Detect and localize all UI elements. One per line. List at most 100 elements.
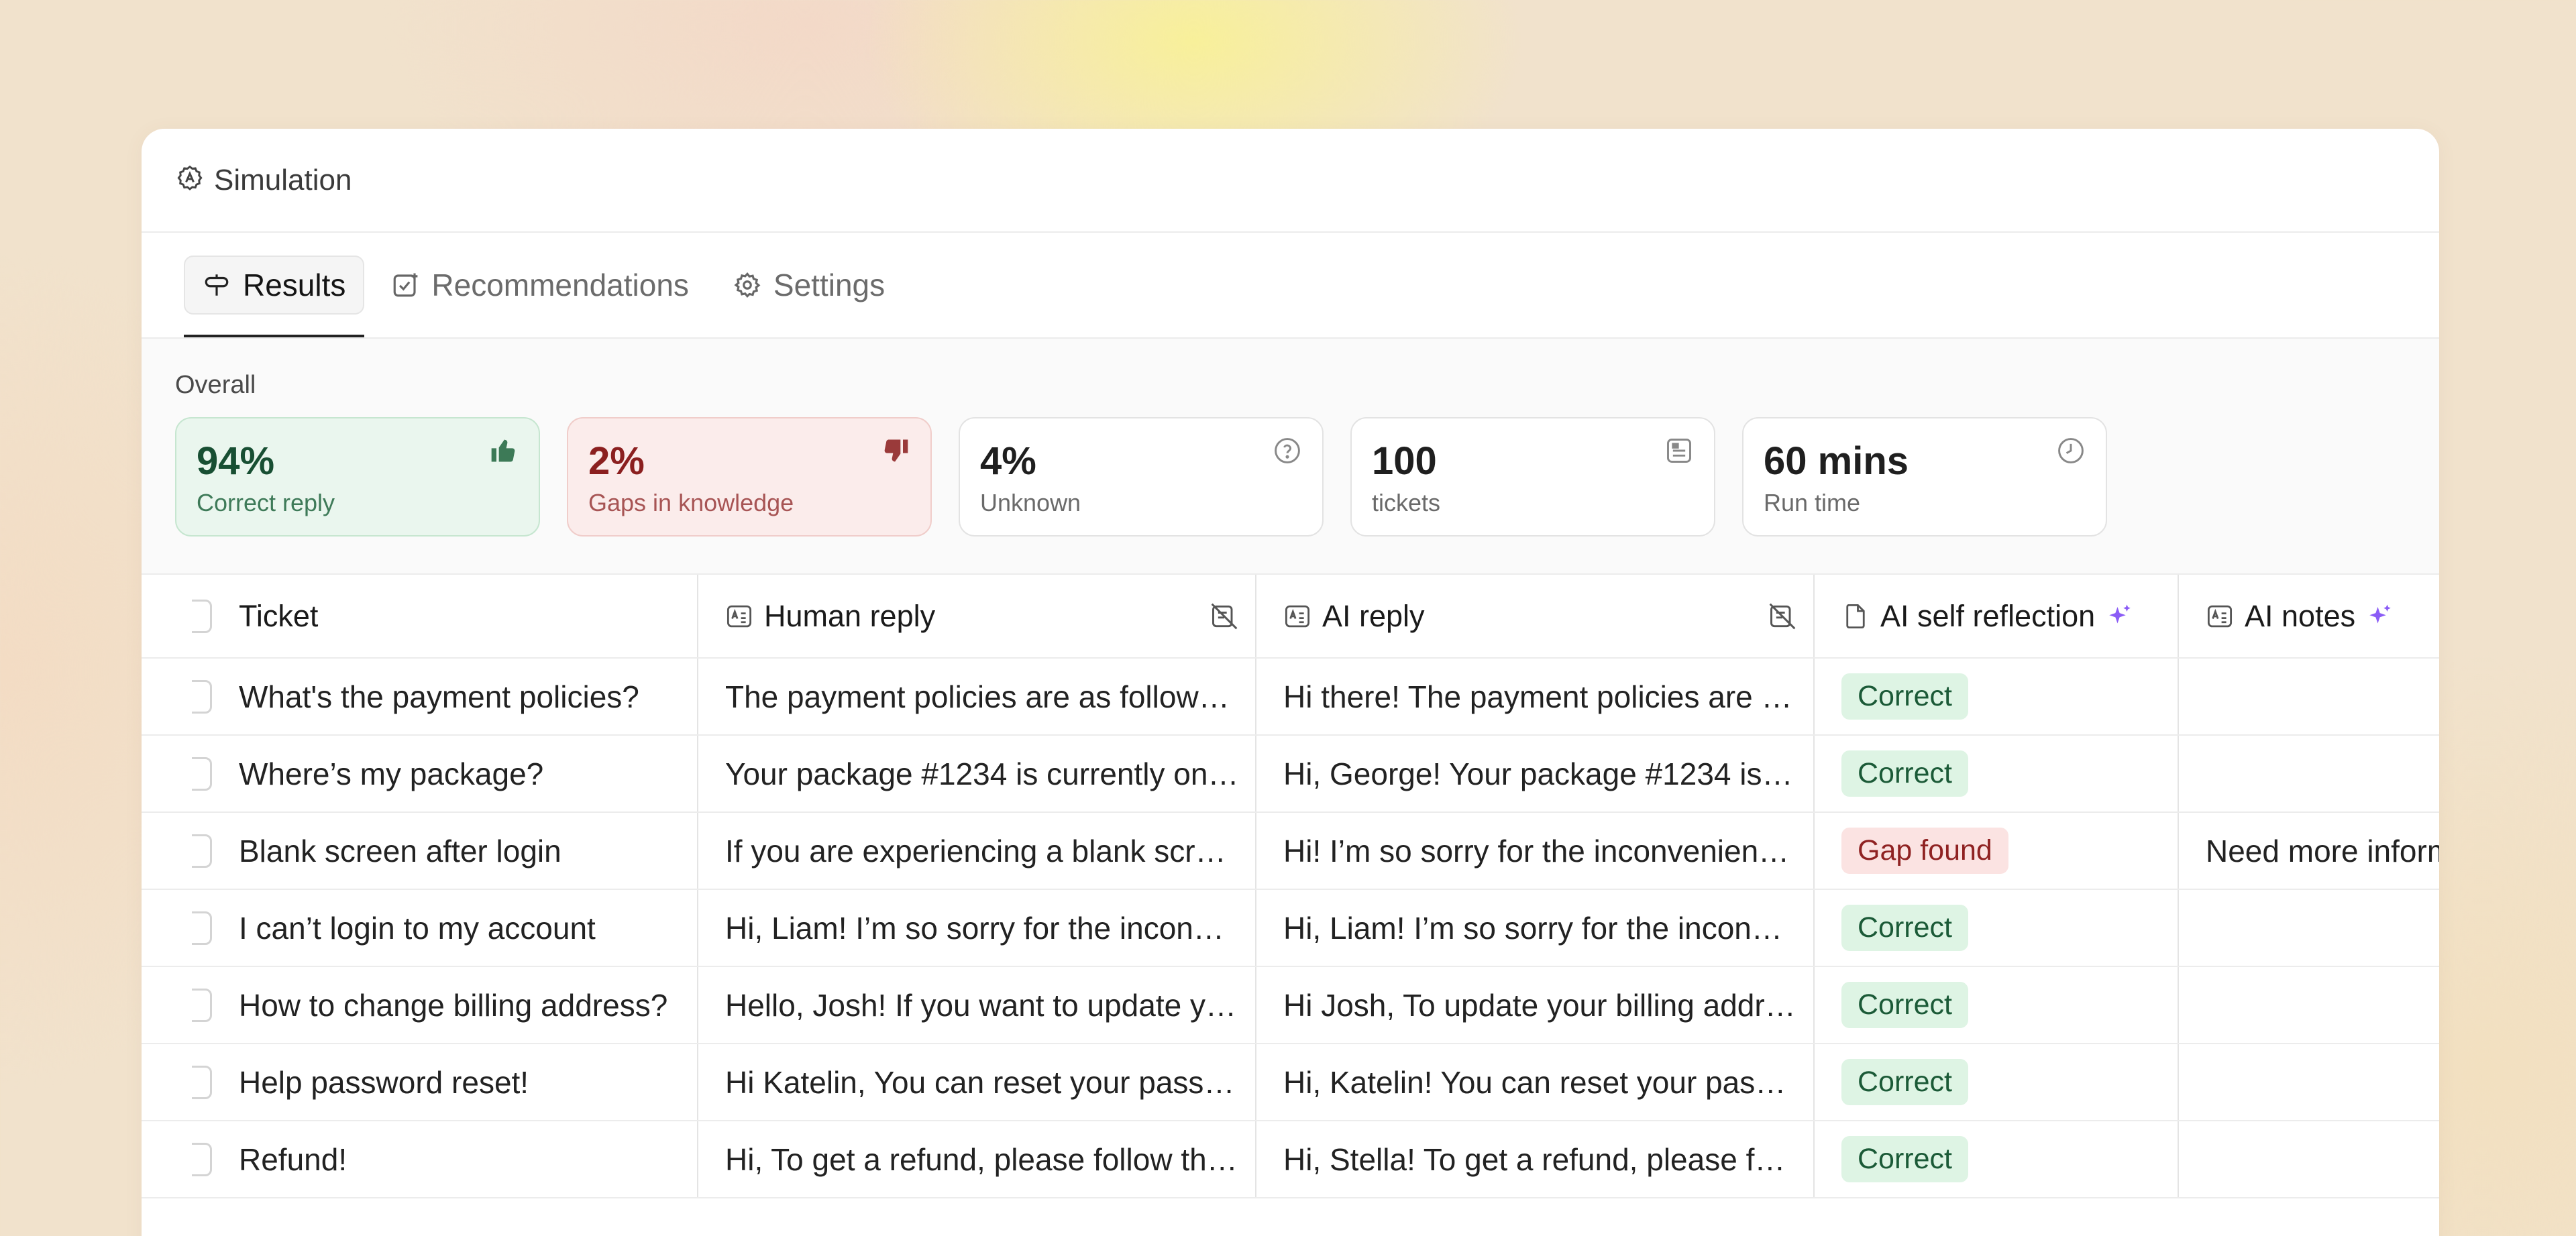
table-row[interactable]: I can’t login to my account Hi, Liam! I’m… [142,889,2439,967]
column-label: Ticket [239,598,319,633]
tab-label: Settings [773,268,885,302]
table-row[interactable]: Help password reset! Hi Katelin, You can … [142,1044,2439,1121]
metric-value: 60 mins [1764,439,1909,483]
column-header-ai-reply[interactable]: AI reply [1256,575,1815,659]
cell-ai-reply[interactable]: Hi, Liam! I’m so sorry for the inconveni… [1256,889,1815,967]
ticket-title: Where’s my package? [239,756,544,791]
human-reply-text: Hi Katelin, You can reset your password [725,1064,1239,1100]
metric-label: Unknown [980,489,1081,516]
cell-ai-reply[interactable]: Hi Josh, To update your billing address [1256,966,1815,1044]
column-header-ai-notes[interactable]: AI notes [2178,575,2439,659]
cell-ticket[interactable]: What's the payment policies? [142,658,698,736]
hide-column-icon[interactable] [1210,602,1239,631]
row-checkbox[interactable] [192,756,212,791]
text-card-icon [2206,602,2234,630]
cell-ai-notes[interactable] [2178,966,2439,1044]
cell-ticket[interactable]: Help password reset! [142,1044,698,1121]
column-header-ai-self-reflection[interactable]: AI self reflection [1814,575,2179,659]
cell-ai-reply[interactable]: Hi, Katelin! You can reset your password [1256,1044,1815,1121]
question-icon [1273,436,1302,469]
ai-reply-text: Hi, George! Your package #1234 is on its… [1283,756,1797,791]
cell-ai-reply[interactable]: Hi there! The payment policies are as fo… [1256,658,1815,736]
select-all-checkbox[interactable] [192,599,212,633]
tab-recommendations[interactable]: Recommendations [374,256,706,315]
cell-ai-notes[interactable] [2178,1044,2439,1121]
cell-ai-notes[interactable] [2178,1121,2439,1198]
thumbs-down-icon [881,436,910,469]
cell-ai-notes[interactable] [2178,658,2439,736]
column-label: Human reply [764,598,936,633]
row-checkbox[interactable] [192,911,212,945]
column-label: AI notes [2245,598,2356,633]
cell-ticket[interactable]: Where’s my package? [142,735,698,813]
table-row[interactable]: What's the payment policies? The payment … [142,658,2439,736]
cell-human-reply[interactable]: Hello, Josh! If you want to update your … [698,966,1256,1044]
ticket-title: Help password reset! [239,1064,529,1100]
column-label: AI self reflection [1880,598,2096,633]
table-row[interactable]: Refund! Hi, To get a refund, please follo… [142,1121,2439,1198]
metric-gaps-in-knowledge: 2% Gaps in knowledge [567,417,932,537]
metrics-row: 94% Correct reply 2% Gaps in knowledge 4… [175,417,2406,537]
metric-unknown: 4% Unknown [959,417,1324,537]
tab-label: Results [243,268,346,302]
cell-ai-self-reflection[interactable]: Correct [1814,735,2179,813]
cell-ai-reply[interactable]: Hi, George! Your package #1234 is on its… [1256,735,1815,813]
metric-label: Correct reply [197,489,335,516]
cell-human-reply[interactable]: Your package #1234 is currently on its w… [698,735,1256,813]
text-card-icon [725,602,753,630]
window-title: Simulation [214,163,352,196]
hide-column-icon[interactable] [1768,602,1797,631]
document-icon [1841,602,1870,630]
cell-ai-notes[interactable]: Need more information [2178,812,2439,890]
cell-ai-self-reflection[interactable]: Correct [1814,966,2179,1044]
human-reply-text: Hello, Josh! If you want to update your … [725,987,1239,1023]
metric-value: 94% [197,439,275,483]
cell-ai-notes[interactable] [2178,889,2439,967]
results-table-wrapper[interactable]: Ticket Human reply AI reply AI self refl… [142,575,2439,1198]
row-checkbox[interactable] [192,988,212,1022]
cell-human-reply[interactable]: Hi, Liam! I’m so sorry for the inconveni… [698,889,1256,967]
tab-results[interactable]: Results [184,256,365,337]
metric-run-time: 60 mins Run time [1742,417,2107,537]
cell-human-reply[interactable]: The payment policies are as follows: Cus… [698,658,1256,736]
tab-settings[interactable]: Settings [716,256,902,315]
cell-human-reply[interactable]: If you are experiencing a blank screen a… [698,812,1256,890]
sparkle-icon [2366,602,2394,630]
cell-ai-self-reflection[interactable]: Correct [1814,1044,2179,1121]
table-row[interactable]: How to change billing address? Hello, Jos… [142,966,2439,1044]
sparkle-icon [2106,602,2134,630]
column-header-ticket[interactable]: Ticket [142,575,698,659]
ai-reply-text: Hi there! The payment policies are as fo… [1283,679,1797,714]
table-row[interactable]: Where’s my package? Your package #1234 is… [142,735,2439,813]
cell-human-reply[interactable]: Hi, To get a refund, please follow these… [698,1121,1256,1198]
cell-human-reply[interactable]: Hi Katelin, You can reset your password [698,1044,1256,1121]
row-checkbox[interactable] [192,679,212,714]
row-checkbox[interactable] [192,1142,212,1176]
ticket-title: How to change billing address? [239,987,668,1023]
cell-ticket[interactable]: Blank screen after login [142,812,698,890]
row-checkbox[interactable] [192,1065,212,1099]
ticket-title: I can’t login to my account [239,910,596,946]
cell-ai-self-reflection[interactable]: Correct [1814,889,2179,967]
cell-ai-self-reflection[interactable]: Correct [1814,658,2179,736]
cell-ticket[interactable]: Refund! [142,1121,698,1198]
cell-ai-self-reflection[interactable]: Gap found [1814,812,2179,890]
tab-label: Recommendations [431,268,689,302]
cell-ai-reply[interactable]: Hi! I’m so sorry for the inconvenience c… [1256,812,1815,890]
tab-bar: Results Recommendations Settings [142,233,2439,339]
metric-tickets: 100 tickets [1350,417,1715,537]
column-header-human-reply[interactable]: Human reply [698,575,1256,659]
table-row[interactable]: Blank screen after login If you are exper… [142,812,2439,890]
cell-ai-self-reflection[interactable]: Correct [1814,1121,2179,1198]
overall-section: Overall 94% Correct reply 2% Gaps in kno… [142,339,2439,575]
cell-ai-notes[interactable] [2178,735,2439,813]
title-bar: Simulation [142,129,2439,233]
human-reply-text: Hi, Liam! I’m so sorry for the inconveni… [725,910,1239,946]
cell-ticket[interactable]: I can’t login to my account [142,889,698,967]
human-reply-text: Hi, To get a refund, please follow these… [725,1141,1239,1177]
cell-ai-reply[interactable]: Hi, Stella! To get a refund, please foll… [1256,1121,1815,1198]
row-checkbox[interactable] [192,834,212,868]
ai-reply-text: Hi! I’m so sorry for the inconvenience c… [1283,833,1797,868]
column-label: AI reply [1322,598,1425,633]
cell-ticket[interactable]: How to change billing address? [142,966,698,1044]
